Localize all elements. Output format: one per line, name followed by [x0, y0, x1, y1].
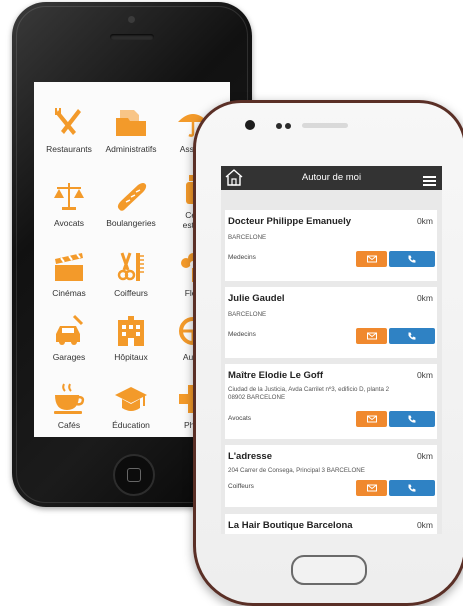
- listing-card[interactable]: Docteur Philippe Emanuely 0km BARCELONE …: [225, 210, 437, 281]
- listing-category: Avocats: [228, 415, 252, 422]
- category-label: Éducation: [112, 420, 150, 430]
- galaxy-front-camera: [245, 120, 255, 130]
- listing-address: Ciudad de la Justicia, Avda Carrilet nº3…: [228, 386, 390, 393]
- call-button[interactable]: [389, 480, 435, 496]
- listing-distance: 0km: [416, 451, 433, 461]
- app-header: Autour de moi: [221, 166, 442, 190]
- listing-name: Docteur Philippe Emanuely: [228, 216, 351, 227]
- category-label: Hôpitaux: [114, 352, 148, 362]
- category-hopitaux[interactable]: Hôpitaux: [98, 314, 164, 362]
- listing-distance: 0km: [416, 293, 433, 303]
- scales-icon: [54, 183, 84, 210]
- folder-icon: [116, 110, 146, 136]
- category-restaurants[interactable]: Restaurants: [36, 106, 102, 154]
- listing-name: Julie Gaudel: [228, 293, 285, 304]
- listing-distance: 0km: [416, 216, 433, 226]
- category-label: Cafés: [57, 420, 81, 430]
- listing-category: Coiffeurs: [228, 483, 254, 490]
- phone-icon: [408, 415, 416, 423]
- listing-name: L'adresse: [228, 451, 272, 462]
- category-avocats[interactable]: Avocats: [36, 180, 102, 228]
- listing-card[interactable]: La Hair Boutique Barcelona 0km: [225, 514, 437, 534]
- phone-icon: [408, 332, 416, 340]
- galaxy-earpiece: [302, 123, 348, 128]
- listing-card[interactable]: Julie Gaudel 0km BARCELONE Medecins: [225, 287, 437, 358]
- envelope-icon: [366, 415, 377, 423]
- category-cinemas[interactable]: Cinémas: [36, 250, 102, 298]
- galaxy-screen: Autour de moi Docteur Philippe Emanuely …: [221, 166, 442, 534]
- category-label: Restaurants: [46, 144, 92, 154]
- listing-name: Maître Elodie Le Goff: [228, 370, 324, 381]
- email-button[interactable]: [356, 411, 387, 427]
- hamburger-menu-icon[interactable]: [423, 173, 436, 191]
- hospital-icon: [118, 316, 144, 346]
- listing-address: 204 Carrer de Consega, Principal 3 BARCE…: [228, 467, 365, 474]
- listing-name: La Hair Boutique Barcelona: [228, 520, 353, 531]
- email-button[interactable]: [356, 251, 387, 267]
- page-title: Autour de moi: [301, 172, 362, 183]
- category-label: Garages: [52, 352, 86, 362]
- category-coiffeurs[interactable]: Coiffeurs: [98, 250, 164, 298]
- coffee-cup-icon: [54, 383, 85, 414]
- listing-category: Medecins: [228, 331, 256, 338]
- envelope-icon: [366, 332, 377, 340]
- listing-address: BARCELONE: [228, 234, 267, 241]
- category-label: Coiffeurs: [114, 288, 148, 298]
- envelope-icon: [366, 255, 377, 263]
- category-label: Avocats: [53, 218, 85, 228]
- fork-knife-icon: [55, 108, 81, 135]
- galaxy-sensor: [276, 123, 282, 129]
- email-button[interactable]: [356, 480, 387, 496]
- category-boulangeries[interactable]: Boulangeries: [98, 180, 164, 228]
- category-label: Administratifs: [105, 144, 157, 154]
- galaxy-home-button[interactable]: [291, 555, 367, 585]
- listing-address-line2: 08902 BARCELONE: [228, 394, 286, 401]
- home-square-icon: [127, 468, 141, 482]
- listing-distance: 0km: [416, 520, 433, 530]
- category-cafes[interactable]: Cafés: [36, 382, 102, 430]
- graduation-cap-icon: [115, 387, 147, 411]
- email-button[interactable]: [356, 328, 387, 344]
- listing-card[interactable]: Maître Elodie Le Goff 0km Ciudad de la J…: [225, 364, 437, 439]
- listing-card[interactable]: L'adresse 0km 204 Carrer de Consega, Pri…: [225, 445, 437, 507]
- envelope-icon: [366, 484, 377, 492]
- category-garages[interactable]: Garages: [36, 314, 102, 362]
- listing-category: Medecins: [228, 254, 256, 261]
- galaxy-device: Autour de moi Docteur Philippe Emanuely …: [193, 100, 463, 606]
- iphone-front-camera: [128, 16, 135, 23]
- category-label: Cinémas: [52, 288, 86, 298]
- category-education[interactable]: Éducation: [98, 382, 164, 430]
- category-administratifs[interactable]: Administratifs: [98, 106, 164, 154]
- listing-distance: 0km: [416, 370, 433, 380]
- clapperboard-icon: [55, 253, 83, 281]
- galaxy-sensor: [285, 123, 291, 129]
- call-button[interactable]: [389, 251, 435, 267]
- call-button[interactable]: [389, 411, 435, 427]
- car-wrench-icon: [56, 314, 84, 345]
- listing-address: BARCELONE: [228, 311, 267, 318]
- phone-icon: [408, 255, 416, 263]
- call-button[interactable]: [389, 328, 435, 344]
- iphone-home-button[interactable]: [113, 454, 155, 496]
- category-label: Boulangeries: [106, 218, 156, 228]
- phone-icon: [408, 484, 416, 492]
- iphone-speaker: [110, 34, 154, 40]
- baguette-icon: [117, 183, 147, 211]
- scissors-comb-icon: [117, 252, 144, 281]
